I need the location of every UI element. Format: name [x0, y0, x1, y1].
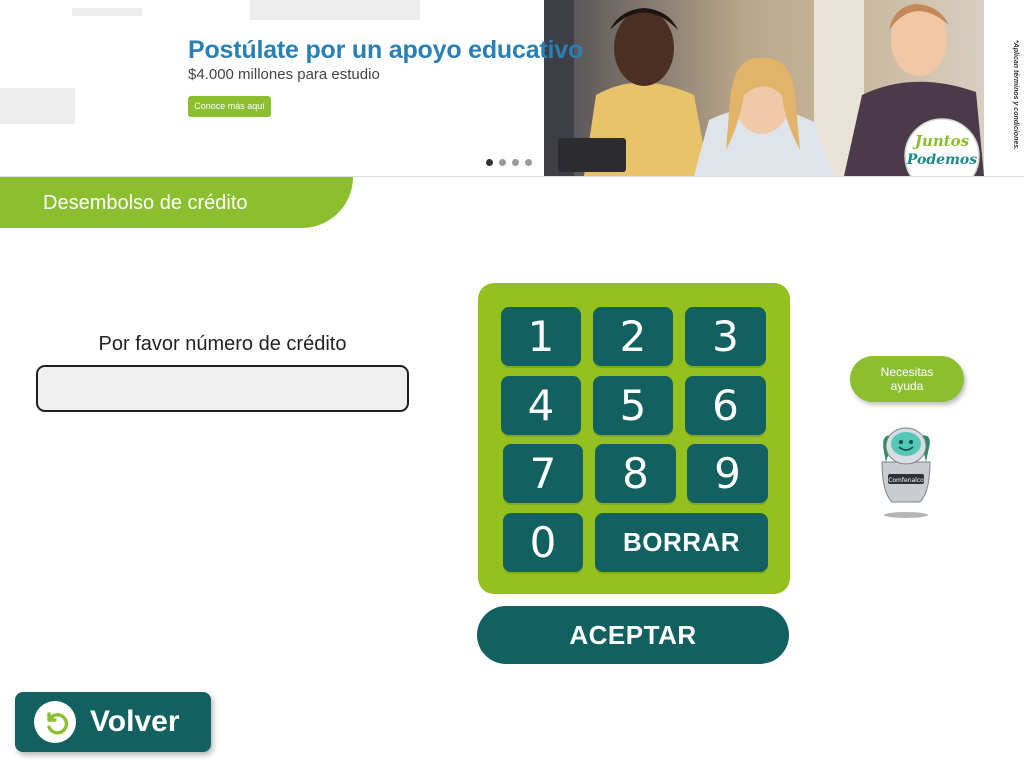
banner-paper-texture — [0, 88, 75, 124]
carousel-dots — [486, 159, 532, 166]
banner-subtitle: $4.000 millones para estudio — [188, 66, 380, 83]
carousel-dot-4[interactable] — [525, 159, 532, 166]
carousel-dot-2[interactable] — [499, 159, 506, 166]
key-5[interactable]: 5 — [593, 376, 673, 435]
key-4[interactable]: 4 — [501, 376, 581, 435]
delete-button[interactable]: BORRAR — [595, 513, 768, 572]
section-title: Desembolso de crédito — [43, 192, 248, 214]
carousel-dot-3[interactable] — [512, 159, 519, 166]
carousel-dot-1[interactable] — [486, 159, 493, 166]
key-6[interactable]: 6 — [685, 376, 766, 435]
robot-badge-text: Comfenalco — [888, 477, 924, 484]
key-2[interactable]: 2 — [593, 307, 673, 366]
banner-paper-texture — [250, 0, 420, 20]
key-1[interactable]: 1 — [501, 307, 581, 366]
key-0[interactable]: 0 — [503, 513, 583, 572]
key-3[interactable]: 3 — [685, 307, 766, 366]
banner-paper-texture — [72, 8, 142, 16]
logo-text-bottom: Podemos — [906, 152, 977, 168]
back-button[interactable]: Volver — [15, 692, 211, 752]
undo-arrow-icon — [34, 701, 76, 743]
key-8[interactable]: 8 — [595, 444, 676, 503]
help-button[interactable]: Necesitas ayuda — [850, 356, 964, 402]
juntos-podemos-logo: Juntos Podemos — [904, 118, 980, 176]
key-9[interactable]: 9 — [687, 444, 768, 503]
banner-disclaimer: *Aplican términos y condiciones. — [1012, 40, 1019, 151]
logo-text-top: Juntos — [912, 132, 970, 150]
banner-cta-button[interactable]: Conoce más aquí — [188, 96, 271, 117]
credit-number-input[interactable] — [36, 365, 409, 412]
key-7[interactable]: 7 — [503, 444, 583, 503]
banner-title: Postúlate por un apoyo educativo — [188, 36, 584, 64]
robot-assistant-icon[interactable]: Comfenalco — [872, 422, 940, 522]
back-label: Volver — [90, 705, 180, 738]
numeric-keypad: 1 2 3 4 5 6 7 8 9 0 BORRAR — [478, 283, 790, 594]
robot-shadow — [884, 512, 928, 518]
promo-banner[interactable]: Postúlate por un apoyo educativo $4.000 … — [0, 0, 1024, 176]
banner-text-panel — [0, 0, 560, 176]
credit-number-label: Por favor número de crédito — [98, 333, 347, 355]
accept-button[interactable]: ACEPTAR — [477, 606, 789, 664]
